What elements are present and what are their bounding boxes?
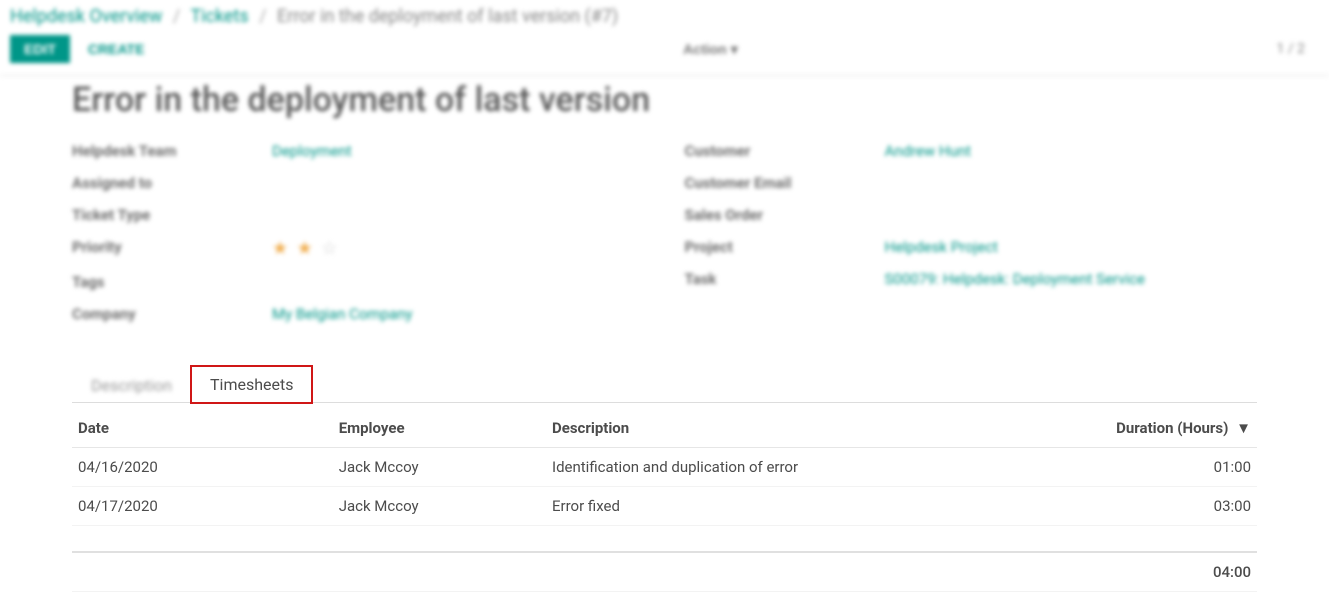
email-label: Customer Email [685, 174, 885, 192]
col-duration[interactable]: Duration (Hours) ▼ [1067, 409, 1257, 448]
breadcrumb-current: Error in the deployment of last version … [277, 6, 618, 27]
action-dropdown[interactable]: Action ▾ [683, 41, 738, 58]
total-duration: 04:00 [1067, 552, 1257, 592]
customer-label: Customer [685, 142, 885, 160]
project-value[interactable]: Helpdesk Project [885, 238, 998, 256]
cell-employee: Jack Mccoy [333, 448, 546, 487]
toolbar: EDIT CREATE Action ▾ 1 / 2 [0, 27, 1329, 76]
cell-description: Identification and duplication of error [546, 448, 1067, 487]
star-icon: ★ [272, 238, 290, 259]
team-label: Helpdesk Team [72, 142, 272, 160]
task-value[interactable]: S00079: Helpdesk: Deployment Service [885, 270, 1145, 288]
cell-date: 04/16/2020 [72, 448, 333, 487]
timesheet-table: Date Employee Description Duration (Hour… [72, 409, 1257, 592]
breadcrumb-root[interactable]: Helpdesk Overview [10, 6, 162, 27]
breadcrumb: Helpdesk Overview / Tickets / Error in t… [0, 0, 1329, 27]
fields-grid: Helpdesk Team Deployment Assigned to Tic… [72, 142, 1257, 337]
table-total-row: 04:00 [72, 552, 1257, 592]
col-employee[interactable]: Employee [333, 409, 546, 448]
so-label: Sales Order [685, 206, 885, 224]
priority-stars[interactable]: ★ ★ ☆ [272, 238, 339, 259]
table-spacer [72, 526, 1257, 552]
breadcrumb-tickets[interactable]: Tickets [190, 6, 248, 27]
cell-description: Error fixed [546, 487, 1067, 526]
priority-label: Priority [72, 238, 272, 259]
cell-date: 04/17/2020 [72, 487, 333, 526]
table-row[interactable]: 04/16/2020Jack MccoyIdentification and d… [72, 448, 1257, 487]
cell-duration: 03:00 [1067, 487, 1257, 526]
company-label: Company [72, 305, 272, 323]
table-row[interactable]: 04/17/2020Jack MccoyError fixed03:00 [72, 487, 1257, 526]
type-label: Ticket Type [72, 206, 272, 224]
star-empty-icon: ☆ [321, 238, 339, 259]
edit-button[interactable]: EDIT [10, 35, 70, 63]
record-title: Error in the deployment of last version [72, 80, 1257, 120]
record-pager[interactable]: 1 / 2 [1277, 41, 1319, 57]
cell-employee: Jack Mccoy [333, 487, 546, 526]
col-description[interactable]: Description [546, 409, 1067, 448]
star-icon: ★ [297, 238, 315, 259]
col-date[interactable]: Date [72, 409, 333, 448]
task-label: Task [685, 270, 885, 288]
table-header-row: Date Employee Description Duration (Hour… [72, 409, 1257, 448]
customer-value[interactable]: Andrew Hunt [885, 142, 972, 160]
tab-timesheets[interactable]: Timesheets [191, 366, 312, 403]
cell-duration: 01:00 [1067, 448, 1257, 487]
team-value[interactable]: Deployment [272, 142, 352, 160]
tabs: Description Timesheets [72, 365, 1257, 403]
tab-description[interactable]: Description [72, 367, 191, 403]
project-label: Project [685, 238, 885, 256]
create-button[interactable]: CREATE [88, 41, 145, 57]
company-value[interactable]: My Belgian Company [272, 305, 413, 323]
tags-label: Tags [72, 273, 272, 291]
sort-desc-icon: ▼ [1236, 419, 1251, 437]
caret-down-icon: ▾ [731, 41, 738, 58]
assigned-label: Assigned to [72, 174, 272, 192]
